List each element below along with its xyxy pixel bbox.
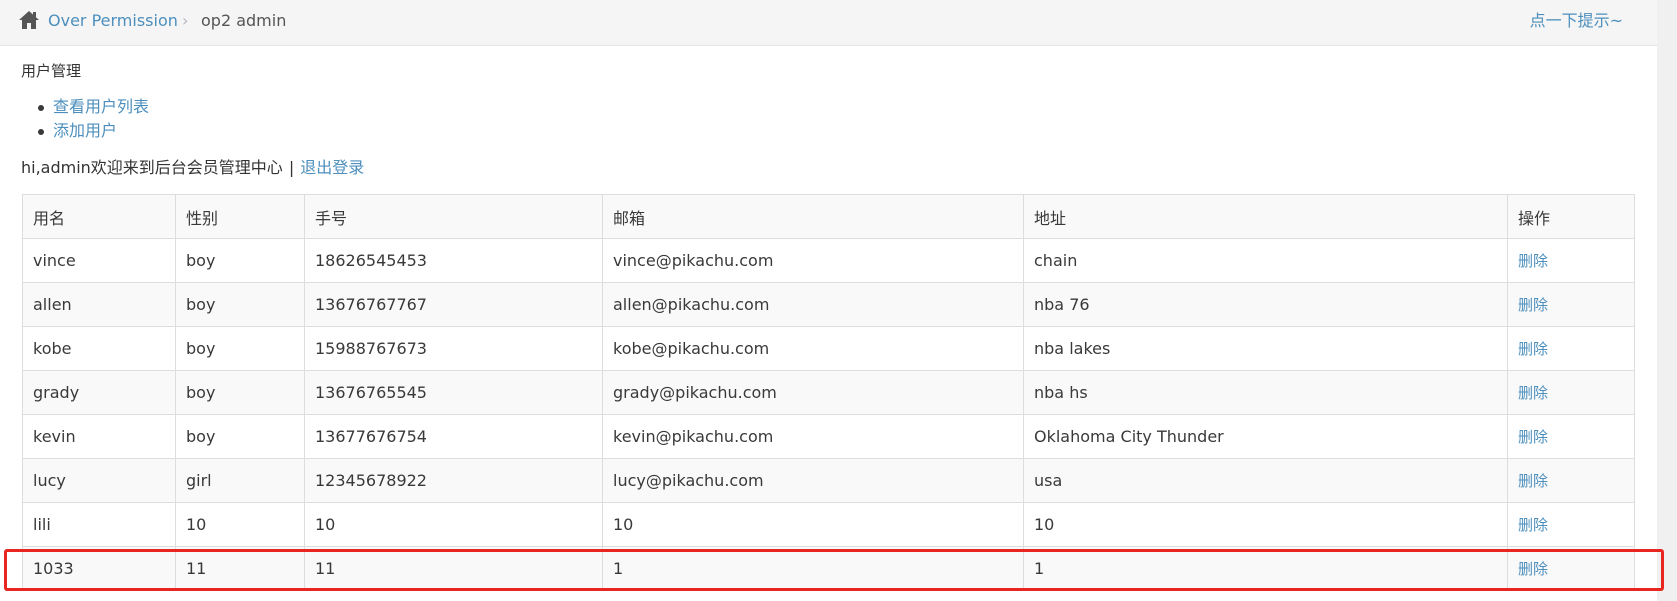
breadcrumb-separator-icon: › [182,11,189,30]
cell-email: kevin@pikachu.com [602,414,1024,459]
cell-phone: 12345678922 [304,458,603,503]
table-row: kevin boy 13677676754 kevin@pikachu.com … [22,414,1635,459]
cell-email: allen@pikachu.com [602,282,1024,327]
cell-address: Oklahoma City Thunder [1023,414,1508,459]
cell-sex: 10 [175,502,305,547]
table-row-highlighted: 1033 11 11 1 1 删除 [22,546,1635,591]
cell-action: 删除 [1507,238,1635,283]
cell-name: grady [22,370,176,415]
welcome-separator: | [288,158,295,177]
cell-name: kobe [22,326,176,371]
column-header-phone: 手号 [304,194,603,239]
section-title: 用户管理 [21,62,82,80]
cell-action: 删除 [1507,414,1635,459]
delete-link[interactable]: 删除 [1518,296,1548,314]
cell-email: vince@pikachu.com [602,238,1024,283]
breadcrumb-link-over-permission[interactable]: Over Permission [48,11,178,31]
cell-email: 1 [602,546,1024,591]
cell-action: 删除 [1507,502,1635,547]
delete-link[interactable]: 删除 [1518,472,1548,490]
cell-address: 10 [1023,502,1508,547]
cell-name: 1033 [22,546,176,591]
cell-address: usa [1023,458,1508,503]
cell-action: 删除 [1507,546,1635,591]
cell-sex: boy [175,414,305,459]
cell-address: nba 76 [1023,282,1508,327]
delete-link[interactable]: 删除 [1518,384,1548,402]
cell-name: allen [22,282,176,327]
welcome-line: hi,admin欢迎来到后台会员管理中心 | 退出登录 [21,158,364,178]
menu-item-view-users: 查看用户列表 [21,96,149,120]
logout-link[interactable]: 退出登录 [300,158,364,177]
cell-phone: 13676767767 [304,282,603,327]
cell-sex: boy [175,282,305,327]
cell-address: 1 [1023,546,1508,591]
cell-address: chain [1023,238,1508,283]
cell-phone: 11 [304,546,603,591]
bullet-icon [38,129,44,135]
view-user-list-link[interactable]: 查看用户列表 [53,97,149,116]
table-row: vince boy 18626545453 vince@pikachu.com … [22,238,1635,283]
home-icon[interactable] [18,10,40,30]
menu-item-add-user: 添加用户 [21,120,149,144]
cell-name: kevin [22,414,176,459]
breadcrumb-current: op2 admin [201,11,287,30]
cell-action: 删除 [1507,458,1635,503]
cell-phone: 13677676754 [304,414,603,459]
table-row: allen boy 13676767767 allen@pikachu.com … [22,282,1635,327]
cell-name: lili [22,502,176,547]
user-table: 用名 性别 手号 邮箱 地址 操作 vince boy 18626545453 … [22,194,1635,591]
cell-sex: boy [175,326,305,371]
cell-phone: 18626545453 [304,238,603,283]
welcome-text: hi,admin欢迎来到后台会员管理中心 [21,158,283,177]
cell-phone: 10 [304,502,603,547]
column-header-address: 地址 [1023,194,1508,239]
column-header-email: 邮箱 [602,194,1024,239]
cell-email: 10 [602,502,1024,547]
table-row: kobe boy 15988767673 kobe@pikachu.com nb… [22,326,1635,371]
user-menu-list: 查看用户列表 添加用户 [21,96,149,144]
cell-sex: girl [175,458,305,503]
cell-sex: boy [175,370,305,415]
cell-email: lucy@pikachu.com [602,458,1024,503]
delete-link[interactable]: 删除 [1518,340,1548,358]
column-header-action: 操作 [1507,194,1635,239]
column-header-sex: 性别 [175,194,305,239]
hint-link[interactable]: 点一下提示~ [1530,11,1623,31]
cell-phone: 15988767673 [304,326,603,371]
cell-phone: 13676765545 [304,370,603,415]
cell-sex: boy [175,238,305,283]
cell-name: vince [22,238,176,283]
cell-action: 删除 [1507,326,1635,371]
table-row: lucy girl 12345678922 lucy@pikachu.com u… [22,458,1635,503]
table-row: lili 10 10 10 10 删除 [22,502,1635,547]
cell-name: lucy [22,458,176,503]
cell-action: 删除 [1507,282,1635,327]
bullet-icon [38,105,44,111]
cell-email: grady@pikachu.com [602,370,1024,415]
page-scrollbar[interactable] [1657,0,1677,601]
delete-link[interactable]: 删除 [1518,252,1548,270]
table-header-row: 用名 性别 手号 邮箱 地址 操作 [22,194,1635,239]
table-row: grady boy 13676765545 grady@pikachu.com … [22,370,1635,415]
delete-link[interactable]: 删除 [1518,560,1548,578]
column-header-name: 用名 [22,194,176,239]
cell-address: nba lakes [1023,326,1508,371]
breadcrumb-bar: Over Permission › op2 admin 点一下提示~ [0,0,1657,46]
cell-sex: 11 [175,546,305,591]
cell-email: kobe@pikachu.com [602,326,1024,371]
add-user-link[interactable]: 添加用户 [53,121,117,140]
delete-link[interactable]: 删除 [1518,428,1548,446]
cell-address: nba hs [1023,370,1508,415]
delete-link[interactable]: 删除 [1518,516,1548,534]
cell-action: 删除 [1507,370,1635,415]
